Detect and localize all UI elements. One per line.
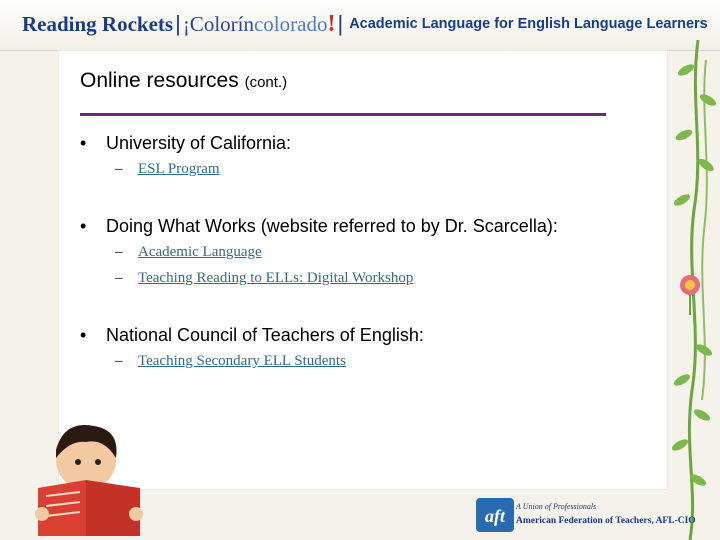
aft-logo-icon: aft [476, 498, 514, 532]
sub-marker: – [115, 161, 123, 177]
bullet-marker: • [80, 133, 87, 153]
colorin-colorado-logo-prefix[interactable]: ¡Colorín [183, 12, 254, 37]
header-separator: | [175, 11, 181, 36]
slide-title-suffix: (cont.) [244, 74, 288, 91]
child-reading-book-icon [35, 425, 143, 536]
bullet-marker: • [80, 216, 87, 236]
aft-tagline: A Union of Professionals [516, 502, 597, 511]
reading-rockets-logo[interactable]: Reading Rockets [22, 12, 173, 37]
sub-marker: – [115, 270, 123, 286]
flower-icon [680, 275, 700, 315]
header-separator-2: | [337, 11, 344, 36]
sub-marker: – [115, 244, 123, 260]
bullet-text: Doing What Works (website referred to by… [106, 216, 558, 236]
aft-mark-text: aft [485, 506, 506, 526]
bullet-university-of-california: • University of California: [80, 133, 291, 154]
bullet-ncte: • National Council of Teachers of English… [80, 325, 424, 346]
header-title: Academic Language for English Language L… [349, 16, 708, 32]
bullet-text: University of California: [106, 133, 292, 153]
bullet-marker: • [80, 325, 87, 345]
slide-title-text: Online resources [80, 69, 239, 92]
header-brand-line: Reading Rockets | ¡Colorín colorado! | Ac… [22, 7, 708, 41]
link-teaching-secondary-ell[interactable]: Teaching Secondary ELL Students [138, 353, 346, 369]
aft-branding: aft A Union of Professionals American Fe… [468, 492, 708, 536]
sub-item-academic-language: – Academic Language [115, 244, 262, 261]
sub-item-teaching-secondary-ell: – Teaching Secondary ELL Students [115, 353, 346, 370]
colorin-colorado-logo-word[interactable]: colorado [254, 12, 327, 37]
sub-item-esl-program: – ESL Program [115, 161, 220, 178]
aft-organization-name: American Federation of Teachers, AFL-CIO [516, 516, 696, 526]
link-esl-program[interactable]: ESL Program [138, 161, 220, 177]
link-academic-language[interactable]: Academic Language [138, 244, 262, 260]
vine-decoration-icon [671, 40, 717, 540]
bullet-doing-what-works: • Doing What Works (website referred to b… [80, 216, 558, 237]
slide-title: Online resources (cont.) [80, 69, 287, 93]
header-banner: Reading Rockets | ¡Colorín colorado! | Ac… [0, 0, 720, 51]
colorin-colorado-logo-exclaim: ! [327, 10, 336, 37]
link-teaching-reading-to-ells[interactable]: Teaching Reading to ELLs: Digital Worksh… [138, 270, 413, 286]
sub-marker: – [115, 353, 123, 369]
title-divider [80, 113, 606, 116]
sub-item-teaching-reading-to-ells: – Teaching Reading to ELLs: Digital Works… [115, 270, 413, 287]
bullet-text: National Council of Teachers of English: [106, 325, 424, 345]
